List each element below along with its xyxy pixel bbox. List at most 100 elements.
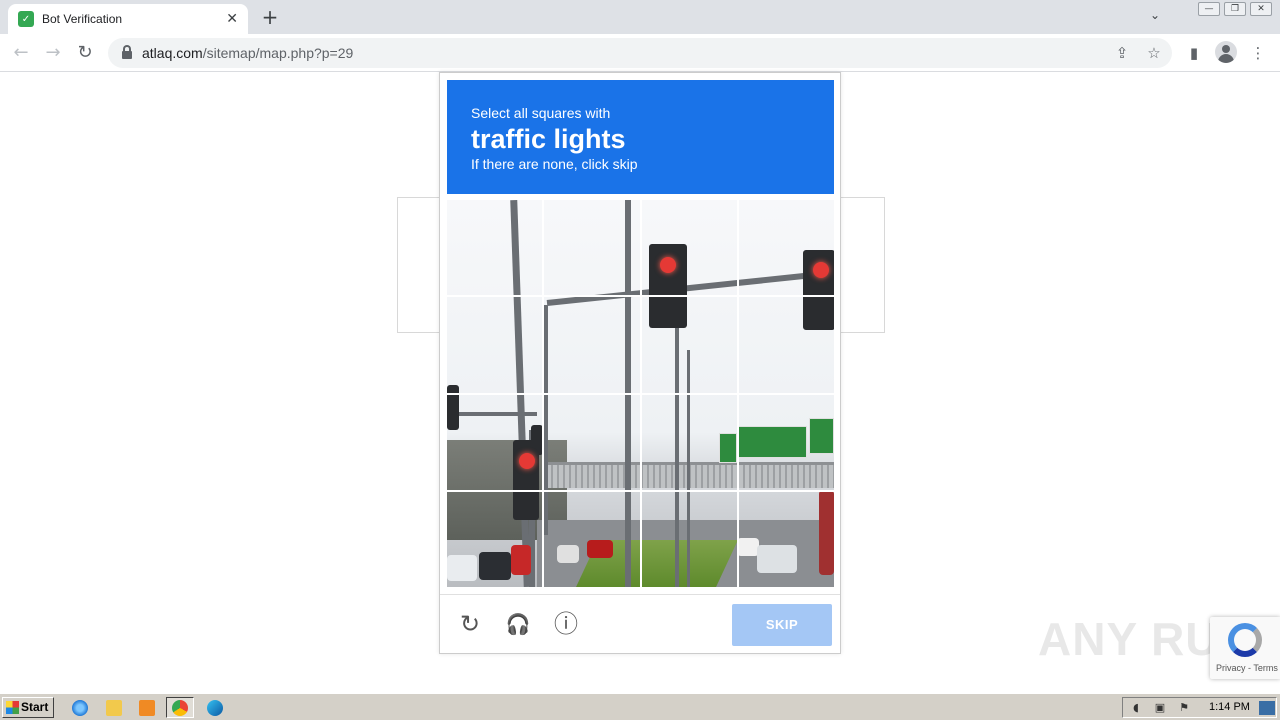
- tab-close-icon[interactable]: ✕: [226, 11, 238, 27]
- new-tab-button[interactable]: +: [258, 6, 282, 30]
- skip-button[interactable]: SKIP: [732, 604, 832, 646]
- shield-favicon-icon: ✓: [18, 11, 34, 27]
- restore-button[interactable]: ❐: [1224, 2, 1246, 16]
- tile-image: [641, 491, 737, 587]
- grid-tile-r1-c4[interactable]: [738, 200, 834, 296]
- tile-image: [738, 394, 834, 490]
- scene-car: [557, 545, 579, 563]
- tab-search-chevron-icon[interactable]: ⌄: [1150, 8, 1160, 22]
- url-host: atlaq.com: [142, 45, 203, 61]
- internet-explorer-taskbar-icon[interactable]: [66, 697, 94, 718]
- clock[interactable]: 1:14 PM: [1209, 701, 1250, 713]
- scene-light: [447, 394, 459, 430]
- scene-pole: [457, 412, 537, 416]
- edge-taskbar-icon[interactable]: [201, 697, 229, 718]
- scene-pole: [625, 297, 631, 393]
- tile-image: [738, 491, 834, 587]
- scene-bridge: [738, 462, 834, 488]
- captcha-footer: ↻ 🎧 ⓘ SKIP: [440, 594, 840, 654]
- tab-bot-verification[interactable]: ✓ Bot Verification ✕: [8, 4, 248, 34]
- recaptcha-logo-icon: [1228, 623, 1262, 657]
- minimize-button[interactable]: —: [1198, 2, 1220, 16]
- tile-image: [641, 297, 737, 393]
- info-icon[interactable]: ⓘ: [552, 610, 580, 638]
- grid-tile-r1-c1[interactable]: [447, 200, 543, 296]
- browser-toolbar: ← → ↻ atlaq.com/sitemap/map.php?p=29 ⇪ ☆…: [0, 34, 1280, 72]
- url-path: /sitemap/map.php?p=29: [202, 45, 354, 61]
- grid-tile-r2-c4[interactable]: [738, 297, 834, 393]
- scene-car: [819, 491, 834, 575]
- recaptcha-badge[interactable]: Privacy - Terms: [1210, 617, 1280, 679]
- instruction-text: Select all squares with: [471, 105, 611, 121]
- network-icon[interactable]: ▣: [1153, 701, 1167, 715]
- scene-light: [649, 297, 687, 328]
- tile-image: [544, 394, 640, 490]
- reload-button[interactable]: ↻: [74, 42, 96, 64]
- scene-light: [447, 385, 459, 393]
- captcha-header: Select all squares with traffic lights I…: [447, 80, 834, 194]
- bookmark-star-icon[interactable]: ☆: [1144, 43, 1164, 63]
- profile-avatar-icon[interactable]: [1215, 41, 1237, 63]
- scene-car: [447, 555, 477, 581]
- reload-challenge-icon[interactable]: ↻: [456, 610, 484, 638]
- side-panel-icon[interactable]: ▮: [1184, 43, 1204, 63]
- scene-sign-green: [809, 418, 834, 454]
- grid-tile-r3-c2[interactable]: [544, 394, 640, 490]
- file-explorer-taskbar-icon[interactable]: [100, 697, 128, 718]
- grid-tile-r4-c3[interactable]: [641, 491, 737, 587]
- tab-title: Bot Verification: [42, 12, 123, 26]
- scene-light: [531, 425, 543, 455]
- forward-button[interactable]: →: [42, 42, 64, 64]
- scene-light: [803, 297, 834, 330]
- show-desktop-icon[interactable]: [1259, 701, 1275, 715]
- scene-pole: [544, 491, 548, 535]
- start-label: Start: [21, 700, 49, 714]
- tile-image: [447, 200, 543, 296]
- grid-tile-r1-c3[interactable]: [641, 200, 737, 296]
- tile-image: [738, 297, 834, 393]
- action-center-flag-icon[interactable]: ⚑: [1177, 701, 1191, 715]
- audio-challenge-icon[interactable]: 🎧: [504, 610, 532, 638]
- image-grid: [447, 200, 834, 587]
- tile-image: [738, 200, 834, 296]
- start-button[interactable]: Start: [2, 697, 54, 718]
- scene-pole: [625, 394, 631, 490]
- skip-hint-text: If there are none, click skip: [471, 156, 638, 172]
- share-icon[interactable]: ⇪: [1112, 43, 1132, 63]
- grid-tile-r4-c4[interactable]: [738, 491, 834, 587]
- grid-tile-r2-c2[interactable]: [544, 297, 640, 393]
- page-content: Select all squares with traffic lights I…: [0, 72, 1280, 692]
- tile-image: [447, 491, 543, 587]
- grid-tile-r3-c1[interactable]: [447, 394, 543, 490]
- grid-tile-r4-c2[interactable]: [544, 491, 640, 587]
- grid-tile-r3-c4[interactable]: [738, 394, 834, 490]
- grid-tile-r3-c3[interactable]: [641, 394, 737, 490]
- close-window-button[interactable]: ✕: [1250, 2, 1272, 16]
- windows-taskbar: Start ◖ ▣ ⚑ 1:14 PM: [0, 693, 1280, 720]
- media-player-taskbar-icon[interactable]: [133, 697, 161, 718]
- windows-logo-icon: [6, 701, 19, 714]
- tile-image: [447, 394, 543, 490]
- scene-pole: [675, 320, 679, 393]
- recaptcha-privacy-terms[interactable]: Privacy - Terms: [1216, 663, 1278, 673]
- back-button[interactable]: ←: [10, 42, 32, 64]
- grid-tile-r4-c1[interactable]: [447, 491, 543, 587]
- lock-icon[interactable]: [122, 45, 132, 59]
- scene-car: [738, 538, 759, 556]
- chrome-taskbar-icon[interactable]: [166, 697, 194, 718]
- scene-pole: [510, 200, 531, 296]
- browser-menu-icon[interactable]: ⋮: [1248, 43, 1268, 63]
- scene-light: [513, 491, 539, 520]
- scene-pole: [687, 491, 690, 587]
- grid-tile-r2-c1[interactable]: [447, 297, 543, 393]
- tile-image: [447, 297, 543, 393]
- volume-icon[interactable]: ◖: [1129, 701, 1143, 715]
- scene-pole: [675, 491, 679, 587]
- tile-image: [544, 491, 640, 587]
- scene-sign-green: [738, 426, 807, 458]
- grid-tile-r1-c2[interactable]: [544, 200, 640, 296]
- scene-car: [511, 545, 531, 575]
- scene-pole: [625, 491, 631, 587]
- grid-tile-r2-c3[interactable]: [641, 297, 737, 393]
- address-bar[interactable]: atlaq.com/sitemap/map.php?p=29: [108, 38, 1172, 68]
